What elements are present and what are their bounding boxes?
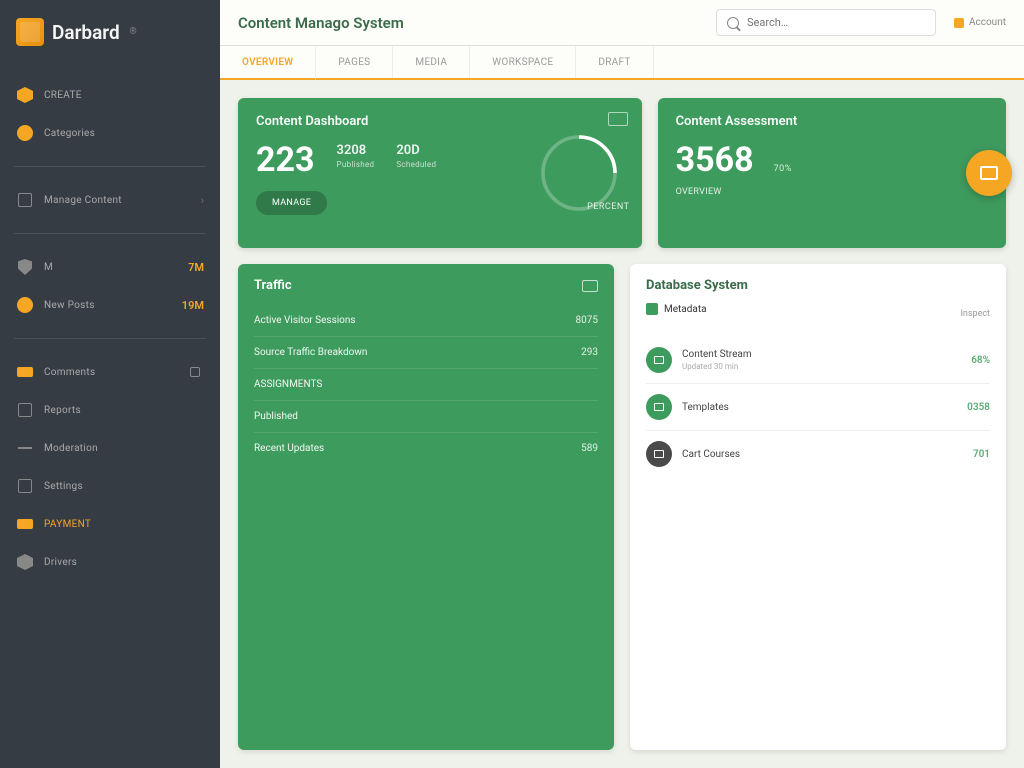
list-item[interactable]: Active Visitor Sessions8075 — [254, 305, 598, 337]
hexagon-icon — [16, 553, 34, 571]
tab-draft[interactable]: DRAFT — [576, 46, 653, 78]
panel-subtitle: Metadata — [646, 303, 707, 315]
list-item[interactable]: Templates 0358 — [646, 384, 990, 431]
inspect-link[interactable]: Inspect — [960, 309, 990, 319]
main: Content Manago System Account OVERVIEW P… — [220, 0, 1024, 768]
list-item[interactable]: Recent Updates589 — [254, 433, 598, 464]
stat-label: Published — [337, 160, 375, 169]
fab-button[interactable] — [966, 150, 1012, 196]
card-title: Content Dashboard — [256, 114, 624, 129]
search-box[interactable] — [716, 9, 936, 36]
square-icon — [16, 477, 34, 495]
stat-value: 20D — [396, 143, 436, 158]
topbar: Content Manago System Account — [220, 0, 1024, 46]
stat-big: 3568 — [676, 143, 754, 177]
shield-icon — [16, 258, 34, 276]
trademark-icon: ® — [130, 27, 137, 37]
card-icon — [980, 166, 998, 180]
panel-traffic: Traffic Active Visitor Sessions8075 Sour… — [238, 264, 614, 750]
sidebar-item-label: Moderation — [44, 443, 204, 454]
tab-workspace[interactable]: WORKSPACE — [470, 46, 576, 78]
content-area: Content Dashboard 223 3208 Published 20D… — [220, 80, 1024, 768]
search-input[interactable] — [747, 16, 925, 29]
sidebar-item-label: Settings — [44, 481, 204, 492]
sidebar-item-label: CREATE — [44, 90, 204, 101]
list-item[interactable]: Cart Courses 701 — [646, 431, 990, 477]
stat-value: 3208 — [337, 143, 375, 158]
panel-title: Database System — [646, 278, 990, 293]
account-icon — [954, 18, 964, 28]
sidebar-item-stats-1[interactable]: M 7M — [0, 248, 220, 286]
tab-media[interactable]: MEDIA — [393, 46, 470, 78]
logo-icon — [16, 18, 44, 46]
card-title: Content Assessment — [676, 114, 988, 129]
tab-overview[interactable]: OVERVIEW — [220, 46, 316, 80]
bullet-icon — [646, 394, 672, 420]
comment-icon — [16, 363, 34, 381]
sidebar-item-moderation[interactable]: Moderation — [0, 429, 220, 467]
overview-link[interactable]: OVERVIEW — [676, 187, 722, 197]
grid-icon — [186, 363, 204, 381]
sidebar-item-categories[interactable]: Categories — [0, 114, 220, 152]
sidebar-item-stats-2[interactable]: New Posts 19M — [0, 286, 220, 324]
divider — [14, 166, 206, 167]
sidebar-item-manage[interactable]: Manage Content › — [0, 181, 220, 219]
list-item[interactable]: Content StreamUpdated 30 min 68% — [646, 337, 990, 384]
gauge-label: PERCENT — [587, 202, 629, 212]
manage-button[interactable]: MANAGE — [256, 191, 327, 215]
sidebar: Darbard ® CREATE Categories Manage Conte… — [0, 0, 220, 768]
chevron-right-icon: › — [201, 194, 204, 207]
brand: Darbard ® — [0, 0, 220, 70]
square-icon — [646, 303, 658, 315]
divider — [14, 233, 206, 234]
search-icon — [727, 17, 739, 29]
tab-pages[interactable]: PAGES — [316, 46, 393, 78]
dash-icon — [16, 439, 34, 457]
sidebar-item-label: Drivers — [44, 557, 204, 568]
stat-badge: 7M — [188, 261, 204, 274]
expand-icon[interactable] — [582, 280, 598, 292]
sidebar-item-payment[interactable]: PAYMENT — [0, 505, 220, 543]
hexagon-icon — [16, 86, 34, 104]
sidebar-item-comments[interactable]: Comments — [0, 353, 220, 391]
sidebar-item-label: Categories — [44, 128, 204, 139]
sidebar-item-label: PAYMENT — [44, 519, 204, 530]
card-icon — [16, 191, 34, 209]
sidebar-item-label: Manage Content — [44, 195, 191, 206]
account-label: Account — [969, 17, 1006, 28]
list-item[interactable]: Published — [254, 401, 598, 433]
sidebar-item-label: M — [44, 262, 178, 273]
sidebar-item-settings[interactable]: Settings — [0, 467, 220, 505]
stat-badge: 19M — [182, 299, 204, 312]
list-item[interactable]: Source Traffic Breakdown293 — [254, 337, 598, 369]
sidebar-item-label: Reports — [44, 405, 204, 416]
sidebar-item-create[interactable]: CREATE — [0, 76, 220, 114]
stat-value: 70% — [774, 164, 792, 174]
sidebar-item-label: New Posts — [44, 300, 172, 311]
brand-name: Darbard — [52, 21, 120, 44]
panel-title: Traffic — [254, 278, 292, 293]
sidebar-item-label: Comments — [44, 367, 176, 378]
card-dashboard: Content Dashboard 223 3208 Published 20D… — [238, 98, 642, 248]
account-link[interactable]: Account — [954, 17, 1006, 28]
panel-database: Database System Metadata Inspect Content… — [630, 264, 1006, 750]
card-assessment: Content Assessment 3568 70% OVERVIEW — [658, 98, 1006, 248]
circle-icon — [16, 124, 34, 142]
square-icon — [16, 401, 34, 419]
tabbar: OVERVIEW PAGES MEDIA WORKSPACE DRAFT — [220, 46, 1024, 80]
sidebar-item-reports[interactable]: Reports — [0, 391, 220, 429]
circle-icon — [16, 296, 34, 314]
stat-big: 223 — [256, 143, 315, 177]
divider — [14, 338, 206, 339]
card-icon — [16, 515, 34, 533]
bullet-icon — [646, 441, 672, 467]
bullet-icon — [646, 347, 672, 373]
stat-label: Scheduled — [396, 160, 436, 169]
page-title: Content Manago System — [238, 14, 698, 32]
sidebar-item-drivers[interactable]: Drivers — [0, 543, 220, 581]
list-item[interactable]: ASSIGNMENTS — [254, 369, 598, 401]
